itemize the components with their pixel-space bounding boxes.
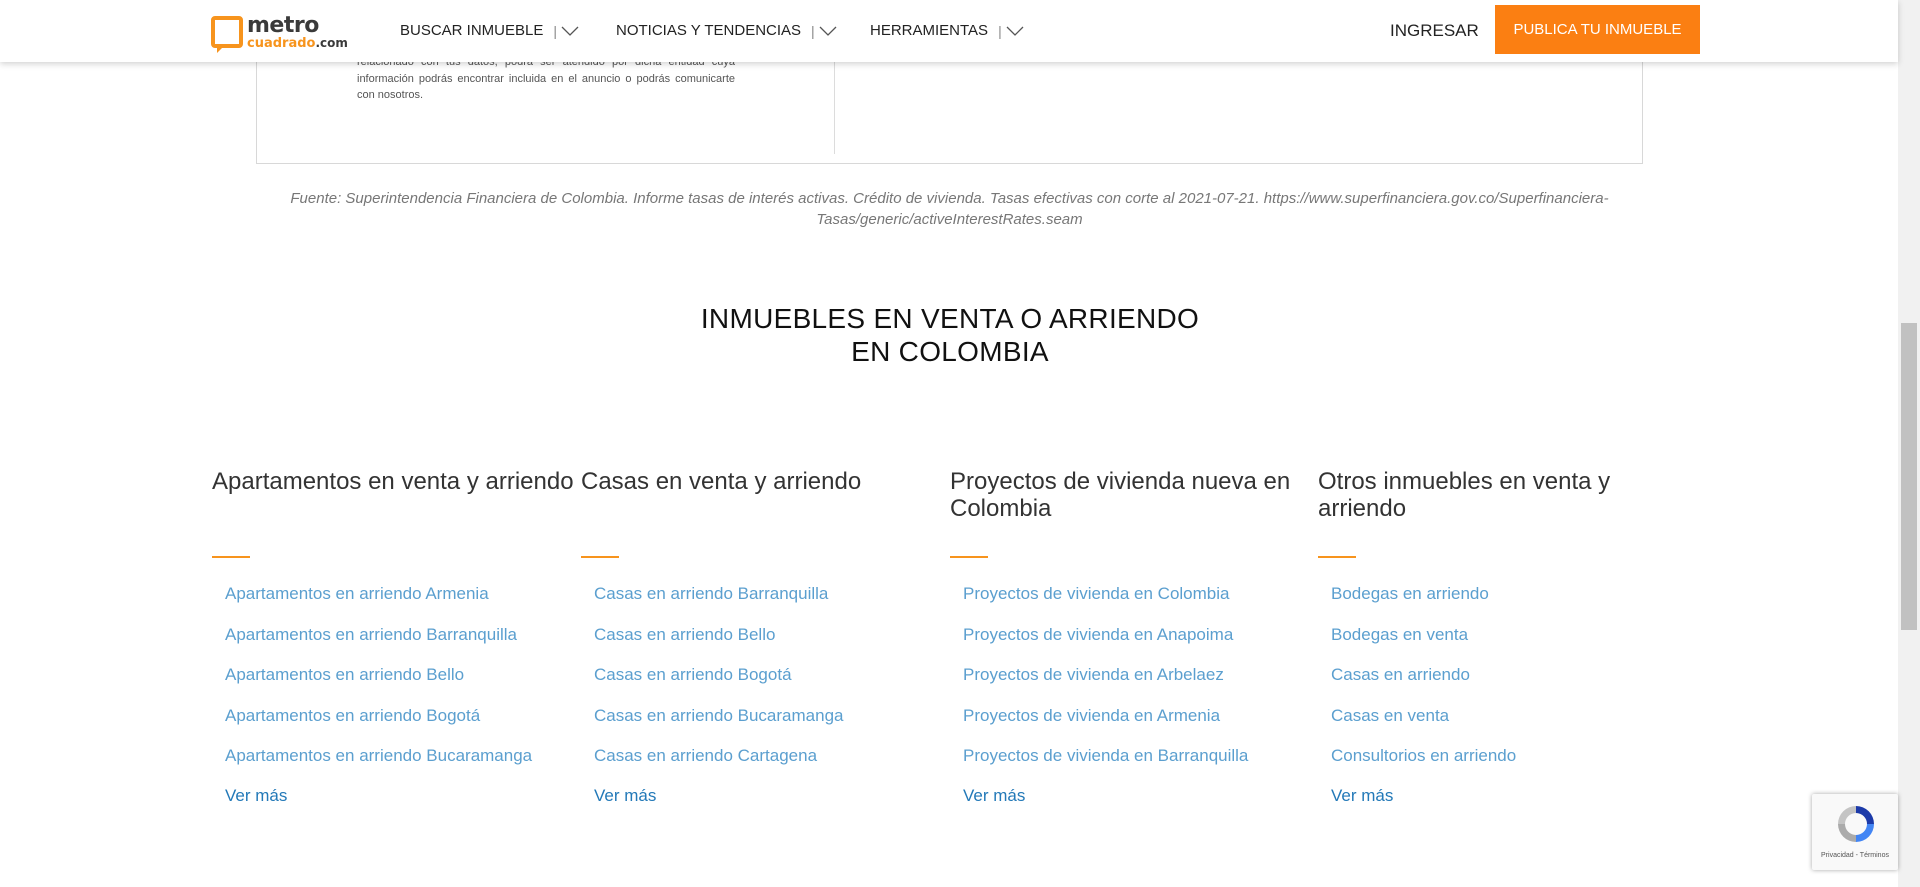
nav-herramientas[interactable]: HERRAMIENTAS | [870,22,1024,39]
logo-sub-text: cuadrado [247,35,316,51]
recaptcha-badge[interactable]: Privacidad - Términos [1812,794,1898,870]
list-item-link[interactable]: Proyectos de vivienda en Anapoima [963,625,1318,645]
section-title-line2: EN COLOMBIA [851,336,1049,367]
column-heading: Proyectos de vivienda nueva en Colombia [950,468,1291,522]
nav-separator: | [553,22,558,39]
logo-icon [211,16,243,53]
heading-accent-line [1318,556,1356,558]
nav-label: NOTICIAS Y TENDENCIAS [616,22,802,39]
list-item-link[interactable]: Casas en arriendo [1331,665,1686,685]
page-scrollbar[interactable] [1898,0,1920,887]
ver-mas-link[interactable]: Ver más [212,786,580,806]
heading-accent-line [950,556,988,558]
nav-label: BUSCAR INMUEBLE [400,22,544,39]
list-item-link[interactable]: Proyectos de vivienda en Barranquilla [963,746,1318,766]
list-item-link[interactable]: Bodegas en venta [1331,625,1686,645]
list-item-link[interactable]: Apartamentos en arriendo Bogotá [225,706,580,726]
list-item-link[interactable]: Casas en arriendo Bogotá [594,665,949,685]
list-item-link[interactable]: Proyectos de vivienda en Arbelaez [963,665,1318,685]
ver-mas-link[interactable]: Ver más [581,786,949,806]
metrocuadrado-logo[interactable]: metro cuadrado.com [211,12,351,53]
site-header: metro cuadrado.com BUSCAR INMUEBLE | NOT… [0,0,1898,62]
column-proyectos: Proyectos de vivienda nueva en Colombia … [950,468,1318,806]
list-item-link[interactable]: Bodegas en arriendo [1331,584,1686,604]
list-item-link[interactable]: Apartamentos en arriendo Bello [225,665,580,685]
list-item-link[interactable]: Apartamentos en arriendo Bucaramanga [225,746,580,766]
column-heading: Otros inmuebles en venta y arriendo [1318,468,1611,522]
list-item-link[interactable]: Casas en arriendo Bello [594,625,949,645]
column-heading: Apartamentos en venta y arriendo [212,468,574,495]
nav-separator: | [811,22,815,39]
ver-mas-link[interactable]: Ver más [950,786,1318,806]
list-item-link[interactable]: Apartamentos en arriendo Armenia [225,584,580,604]
ver-mas-link[interactable]: Ver más [1318,786,1686,806]
nav-label: HERRAMIENTAS [870,22,989,39]
chevron-down-icon [561,26,579,36]
column-casas: Casas en venta y arriendo Casas en arrie… [581,468,949,806]
chevron-down-icon [1006,26,1024,36]
source-note: Fuente: Superintendencia Financiera de C… [290,190,1609,228]
login-link[interactable]: INGRESAR [1390,21,1479,41]
list-item-link[interactable]: Proyectos de vivienda en Colombia [963,584,1318,604]
link-list: Casas en arriendo Barranquilla Casas en … [581,584,949,766]
list-item-link[interactable]: Casas en arriendo Barranquilla [594,584,949,604]
column-otros: Otros inmuebles en venta y arriendo Bode… [1318,468,1686,806]
nav-noticias-tendencias[interactable]: NOTICIAS Y TENDENCIAS | [616,22,837,39]
section-title: INMUEBLES EN VENTA O ARRIENDO EN COLOMBI… [640,302,1260,368]
publish-property-button[interactable]: PUBLICA TU INMUEBLE [1495,5,1700,54]
link-list: Apartamentos en arriendo Armenia Apartam… [212,584,580,766]
scrollbar-thumb[interactable] [1901,323,1917,630]
heading-accent-line [581,556,619,558]
list-item-link[interactable]: Casas en arriendo Cartagena [594,746,949,766]
list-item-link[interactable]: Consultorios en arriendo [1331,746,1686,766]
heading-accent-line [212,556,250,558]
link-list: Proyectos de vivienda en Colombia Proyec… [950,584,1318,766]
list-item-link[interactable]: Casas en venta [1331,706,1686,726]
chevron-down-icon [819,26,837,36]
list-item-link[interactable]: Apartamentos en arriendo Barranquilla [225,625,580,645]
logo-tld-text: .com [315,35,348,50]
recaptcha-icon [1834,802,1878,846]
nav-buscar-inmueble[interactable]: BUSCAR INMUEBLE | [400,22,579,39]
logo-main-text: metro [247,12,319,38]
list-item-link[interactable]: Proyectos de vivienda en Armenia [963,706,1318,726]
recaptcha-terms[interactable]: Privacidad - Términos [1812,852,1898,859]
column-apartamentos: Apartamentos en venta y arriendo Apartam… [212,468,580,806]
section-title-line1: INMUEBLES EN VENTA O ARRIENDO [700,303,1200,334]
list-item-link[interactable]: Casas en arriendo Bucaramanga [594,706,949,726]
link-list: Bodegas en arriendo Bodegas en venta Cas… [1318,584,1686,766]
nav-separator: | [998,22,1002,39]
column-heading: Casas en venta y arriendo [581,468,862,495]
